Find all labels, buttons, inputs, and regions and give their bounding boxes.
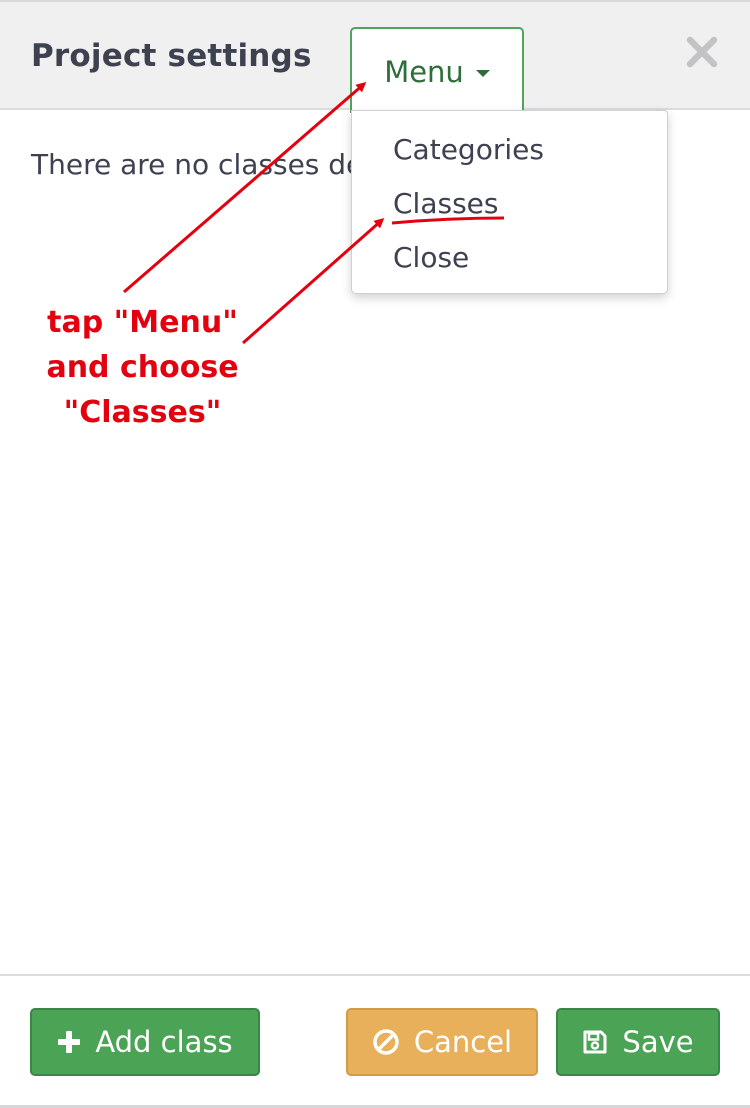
- footer-divider: [0, 974, 750, 976]
- caret-down-icon: [475, 69, 490, 77]
- annotation-line: tap "Menu": [47, 305, 238, 340]
- annotation-line: and choose: [46, 350, 239, 385]
- empty-classes-message: There are no classes de: [31, 148, 364, 181]
- menu-item-categories[interactable]: Categories: [393, 133, 544, 166]
- add-class-button[interactable]: Add class: [30, 1008, 260, 1076]
- menu-button-label: Menu: [384, 55, 464, 89]
- project-settings-dialog: Project settings Menu There are no class…: [0, 0, 750, 1108]
- cancel-button[interactable]: Cancel: [346, 1008, 538, 1076]
- annotation-line: "Classes": [63, 395, 222, 430]
- menu-item-close[interactable]: Close: [393, 241, 469, 274]
- menu-dropdown: Categories Classes Close: [351, 110, 668, 294]
- save-label: Save: [622, 1025, 694, 1059]
- menu-item-classes[interactable]: Classes: [393, 187, 498, 220]
- plus-icon: [57, 1030, 81, 1054]
- page-title: Project settings: [31, 38, 312, 74]
- ban-icon: [372, 1028, 400, 1056]
- save-button[interactable]: Save: [556, 1008, 720, 1076]
- arrow-to-menu: [123, 82, 367, 294]
- annotation-instruction: tap "Menu" and choose "Classes": [30, 300, 255, 435]
- close-icon[interactable]: [684, 32, 720, 72]
- add-class-label: Add class: [95, 1025, 233, 1059]
- dialog-header: Project settings Menu: [0, 0, 750, 113]
- floppy-disk-icon: [582, 1029, 608, 1055]
- cancel-label: Cancel: [413, 1025, 513, 1059]
- menu-dropdown-button[interactable]: Menu: [350, 27, 524, 113]
